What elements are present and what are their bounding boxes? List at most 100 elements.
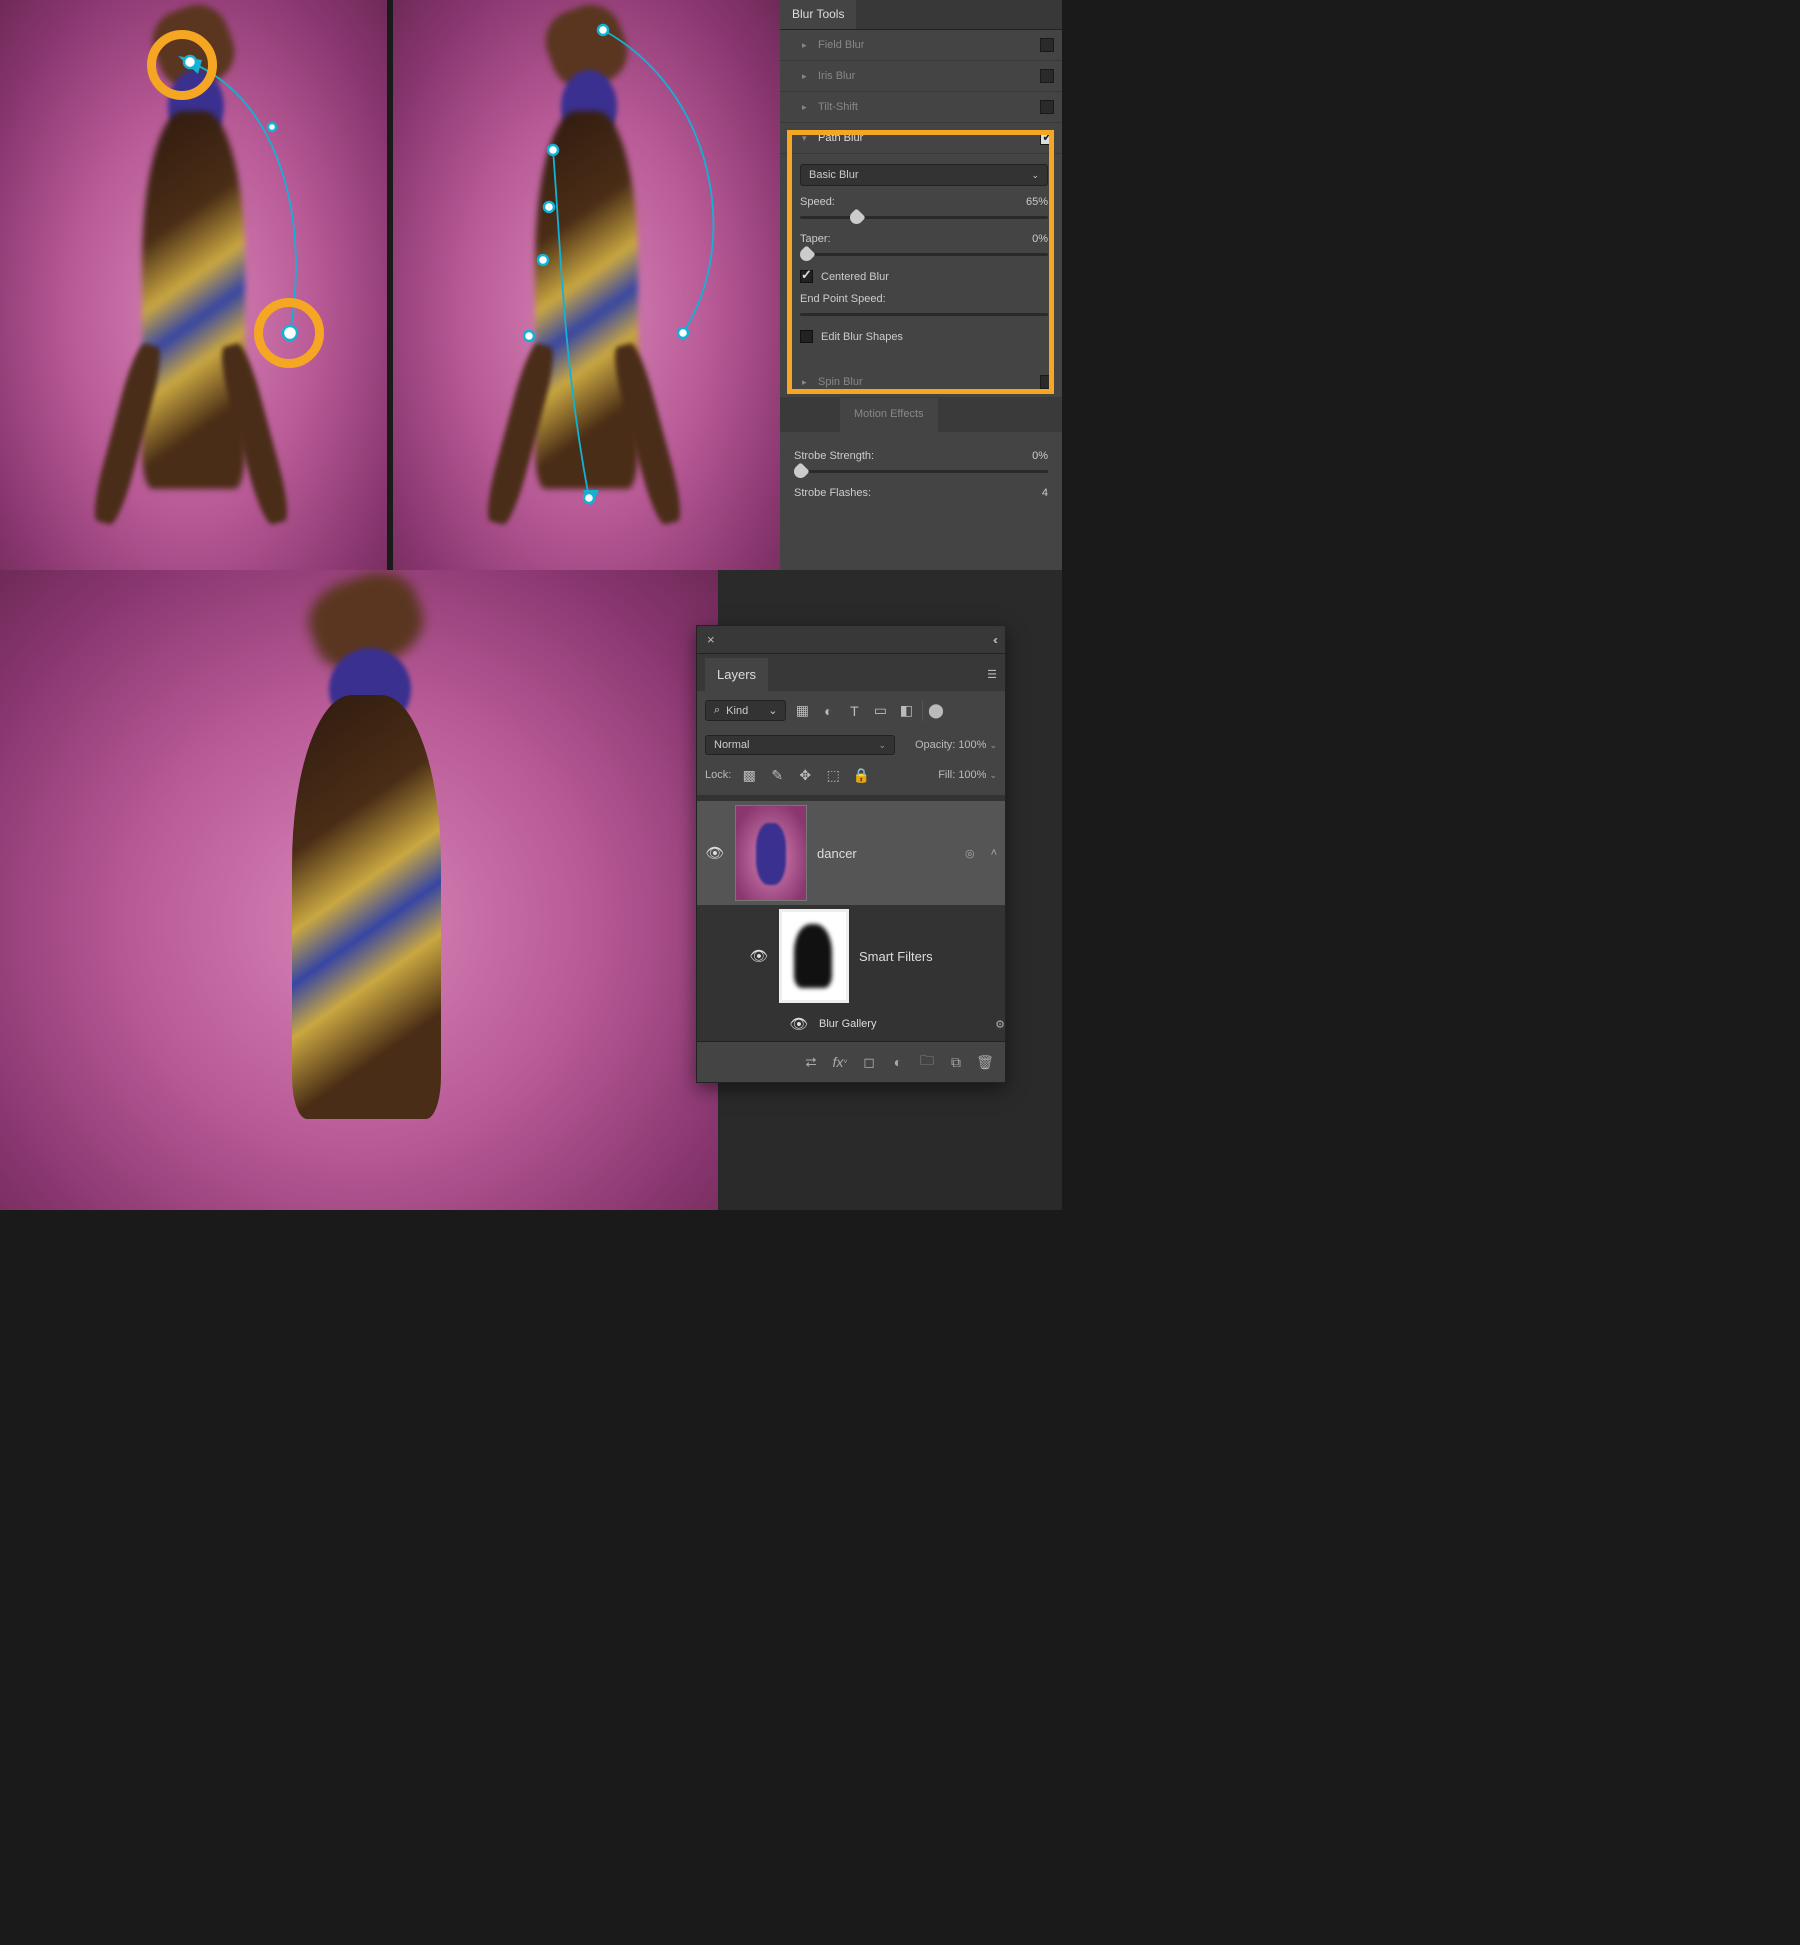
- strobe-strength-value: 0%: [1032, 450, 1048, 462]
- label: Path Blur: [818, 132, 863, 144]
- enable-checkbox[interactable]: [1040, 375, 1054, 389]
- kind-label: Kind: [726, 705, 748, 717]
- taper-slider[interactable]: [800, 253, 1048, 256]
- delete-layer-icon[interactable]: 🗑: [975, 1052, 995, 1072]
- filter-options-icon[interactable]: ⚙: [995, 1018, 1005, 1031]
- layer-dancer[interactable]: 👁 dancer ◎ ˄: [697, 801, 1005, 905]
- layers-panel: × ‹‹ Layers ☰ ⌕ Kind ⌄ ▦ ◐ T ▭ ◧ ⬤ Norma…: [696, 625, 1006, 1083]
- new-group-icon[interactable]: 🗀: [917, 1052, 937, 1072]
- smart-filters-mask-thumbnail[interactable]: [779, 909, 849, 1003]
- blur-item-iris-blur[interactable]: Iris Blur: [780, 61, 1062, 92]
- tab-blur-tools[interactable]: Blur Tools: [780, 0, 856, 29]
- enable-checkbox[interactable]: [1040, 131, 1054, 145]
- tab-motion-effects[interactable]: Motion Effects: [840, 398, 938, 432]
- canvas-right[interactable]: [393, 0, 780, 570]
- layer-thumbnail[interactable]: [735, 805, 807, 901]
- lock-all-icon[interactable]: 🔒: [851, 765, 871, 785]
- strobe-strength-label: Strobe Strength:: [794, 450, 874, 462]
- checkbox-icon[interactable]: [800, 330, 813, 343]
- layer-fx-icon[interactable]: fx˅: [830, 1052, 850, 1072]
- strobe-strength-slider[interactable]: [794, 470, 1048, 473]
- chevron-down-icon: ⌄: [1031, 170, 1039, 181]
- visibility-eye-icon[interactable]: 👁: [789, 1015, 809, 1033]
- lock-artboard-icon[interactable]: ⬚: [823, 765, 843, 785]
- edit-blur-shapes-checkbox-row[interactable]: Edit Blur Shapes: [800, 330, 1048, 343]
- lock-label: Lock:: [705, 769, 731, 781]
- filter-pixel-icon[interactable]: ▦: [792, 701, 812, 721]
- filter-blur-gallery-row[interactable]: 👁 Blur Gallery ⚙: [697, 1007, 1005, 1037]
- slider-thumb[interactable]: [797, 245, 815, 263]
- chevron-up-icon[interactable]: ˄: [991, 847, 997, 859]
- chevron-down-icon: ⌄: [878, 740, 886, 751]
- centered-blur-checkbox-row[interactable]: Centered Blur: [800, 270, 1048, 283]
- enable-checkbox[interactable]: [1040, 100, 1054, 114]
- layer-filter-kind-select[interactable]: ⌕ Kind ⌄: [705, 700, 786, 721]
- edit-blur-shapes-label: Edit Blur Shapes: [821, 331, 903, 343]
- smart-filters-row[interactable]: 👁 Smart Filters: [697, 905, 1005, 1007]
- layer-name[interactable]: dancer: [817, 846, 857, 861]
- visibility-eye-icon[interactable]: 👁: [749, 947, 769, 965]
- filter-toggle-icon[interactable]: ⬤: [922, 701, 942, 721]
- slider-thumb[interactable]: [791, 462, 809, 480]
- label: Field Blur: [818, 39, 864, 51]
- taper-value: 0%: [1032, 233, 1048, 245]
- visibility-eye-icon[interactable]: 👁: [705, 844, 725, 862]
- enable-checkbox[interactable]: [1040, 69, 1054, 83]
- panel-menu-icon[interactable]: ☰: [987, 668, 997, 681]
- speed-slider[interactable]: [800, 216, 1048, 219]
- tab-layers[interactable]: Layers: [705, 658, 768, 691]
- blur-gallery-label: Blur Gallery: [819, 1018, 876, 1030]
- fill-value[interactable]: 100%: [958, 769, 986, 781]
- add-adjustment-icon[interactable]: ◐: [888, 1052, 908, 1072]
- select-value: Basic Blur: [809, 169, 859, 181]
- speed-label: Speed:: [800, 196, 835, 208]
- close-icon[interactable]: ×: [707, 632, 715, 647]
- path-blur-curve-1[interactable]: [0, 0, 387, 570]
- label: Spin Blur: [818, 376, 863, 388]
- path-blur-settings: Basic Blur ⌄ Speed: 65% Taper: 0%: [780, 154, 1062, 367]
- smart-filter-ring-icon[interactable]: ◎: [965, 847, 975, 860]
- blur-item-spin-blur[interactable]: Spin Blur: [780, 367, 1062, 398]
- link-layers-icon[interactable]: ⮂: [801, 1052, 821, 1072]
- blur-item-path-blur[interactable]: Path Blur: [780, 123, 1062, 154]
- label: Tilt-Shift: [818, 101, 858, 113]
- slider-thumb[interactable]: [847, 208, 865, 226]
- filter-smartobject-icon[interactable]: ◧: [896, 701, 916, 721]
- filter-adjustment-icon[interactable]: ◐: [818, 701, 838, 721]
- lock-transparency-icon[interactable]: ▩: [739, 765, 759, 785]
- lock-paint-icon[interactable]: ✎: [767, 765, 787, 785]
- taper-label: Taper:: [800, 233, 831, 245]
- new-layer-icon[interactable]: ⧉: [946, 1052, 966, 1072]
- add-mask-icon[interactable]: ◻: [859, 1052, 879, 1072]
- opacity-value[interactable]: 100%: [958, 739, 986, 751]
- strobe-flashes-value: 4: [1042, 487, 1048, 499]
- enable-checkbox[interactable]: [1040, 38, 1054, 52]
- chevron-right-icon: [802, 377, 810, 388]
- speed-value: 65%: [1026, 196, 1048, 208]
- smart-filters-label: Smart Filters: [859, 949, 933, 964]
- chevron-right-icon: [802, 102, 810, 113]
- blur-item-tilt-shift[interactable]: Tilt-Shift: [780, 92, 1062, 123]
- lock-position-icon[interactable]: ✥: [795, 765, 815, 785]
- blur-item-field-blur[interactable]: Field Blur: [780, 30, 1062, 61]
- path-blur-curves-2[interactable]: [393, 0, 780, 570]
- chevron-right-icon: [802, 71, 810, 82]
- canvas-left[interactable]: [0, 0, 387, 570]
- chevron-down-icon[interactable]: ⌄: [989, 740, 997, 751]
- checkbox-icon[interactable]: [800, 270, 813, 283]
- opacity-label: Opacity:: [915, 739, 955, 751]
- blend-mode-select[interactable]: Normal ⌄: [705, 735, 895, 755]
- blend-mode-value: Normal: [714, 739, 749, 751]
- label: Iris Blur: [818, 70, 855, 82]
- filter-shape-icon[interactable]: ▭: [870, 701, 890, 721]
- canvas-result[interactable]: [0, 570, 718, 1210]
- endpoint-speed-label: End Point Speed:: [800, 293, 886, 305]
- blur-tools-panel: Blur Tools Field Blur Iris Blur Tilt-Shi…: [780, 0, 1062, 570]
- chevron-down-icon[interactable]: ⌄: [989, 770, 997, 781]
- filter-type-icon[interactable]: T: [844, 701, 864, 721]
- search-icon: ⌕: [714, 704, 720, 717]
- chevron-right-icon: [802, 40, 810, 51]
- strobe-flashes-label: Strobe Flashes:: [794, 487, 871, 499]
- collapse-icon[interactable]: ‹‹: [993, 633, 995, 647]
- blur-mode-select[interactable]: Basic Blur ⌄: [800, 164, 1048, 186]
